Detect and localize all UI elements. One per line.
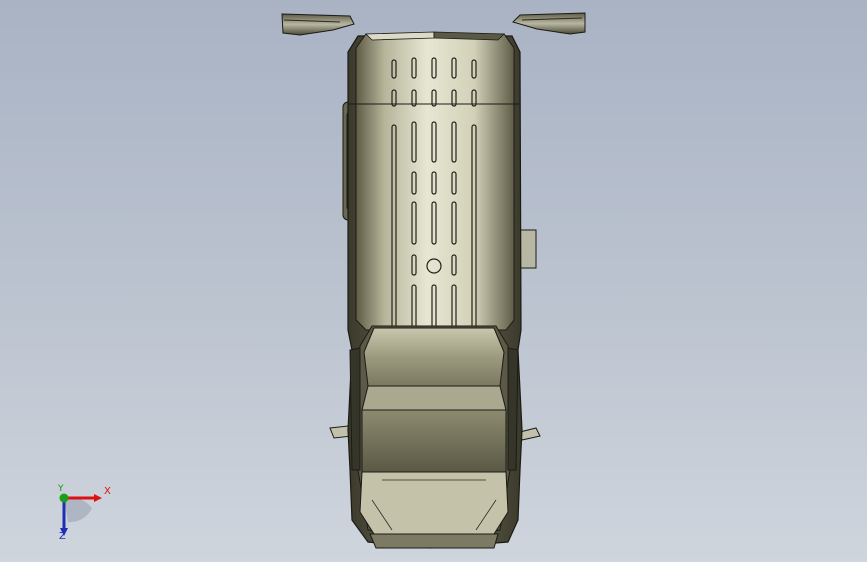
y-axis-label: Y [58,484,64,494]
z-axis-label: Z [59,531,66,542]
graphics-viewport[interactable]: X Y Z [0,0,867,562]
x-axis-label: X [104,486,111,497]
coordinate-triad: X Y Z [40,482,120,552]
rear-door-left[interactable] [281,13,355,36]
right-mirror [519,427,541,441]
van-cab[interactable] [349,325,519,549]
van-model[interactable] [0,0,867,562]
rear-door-right[interactable] [512,12,586,35]
